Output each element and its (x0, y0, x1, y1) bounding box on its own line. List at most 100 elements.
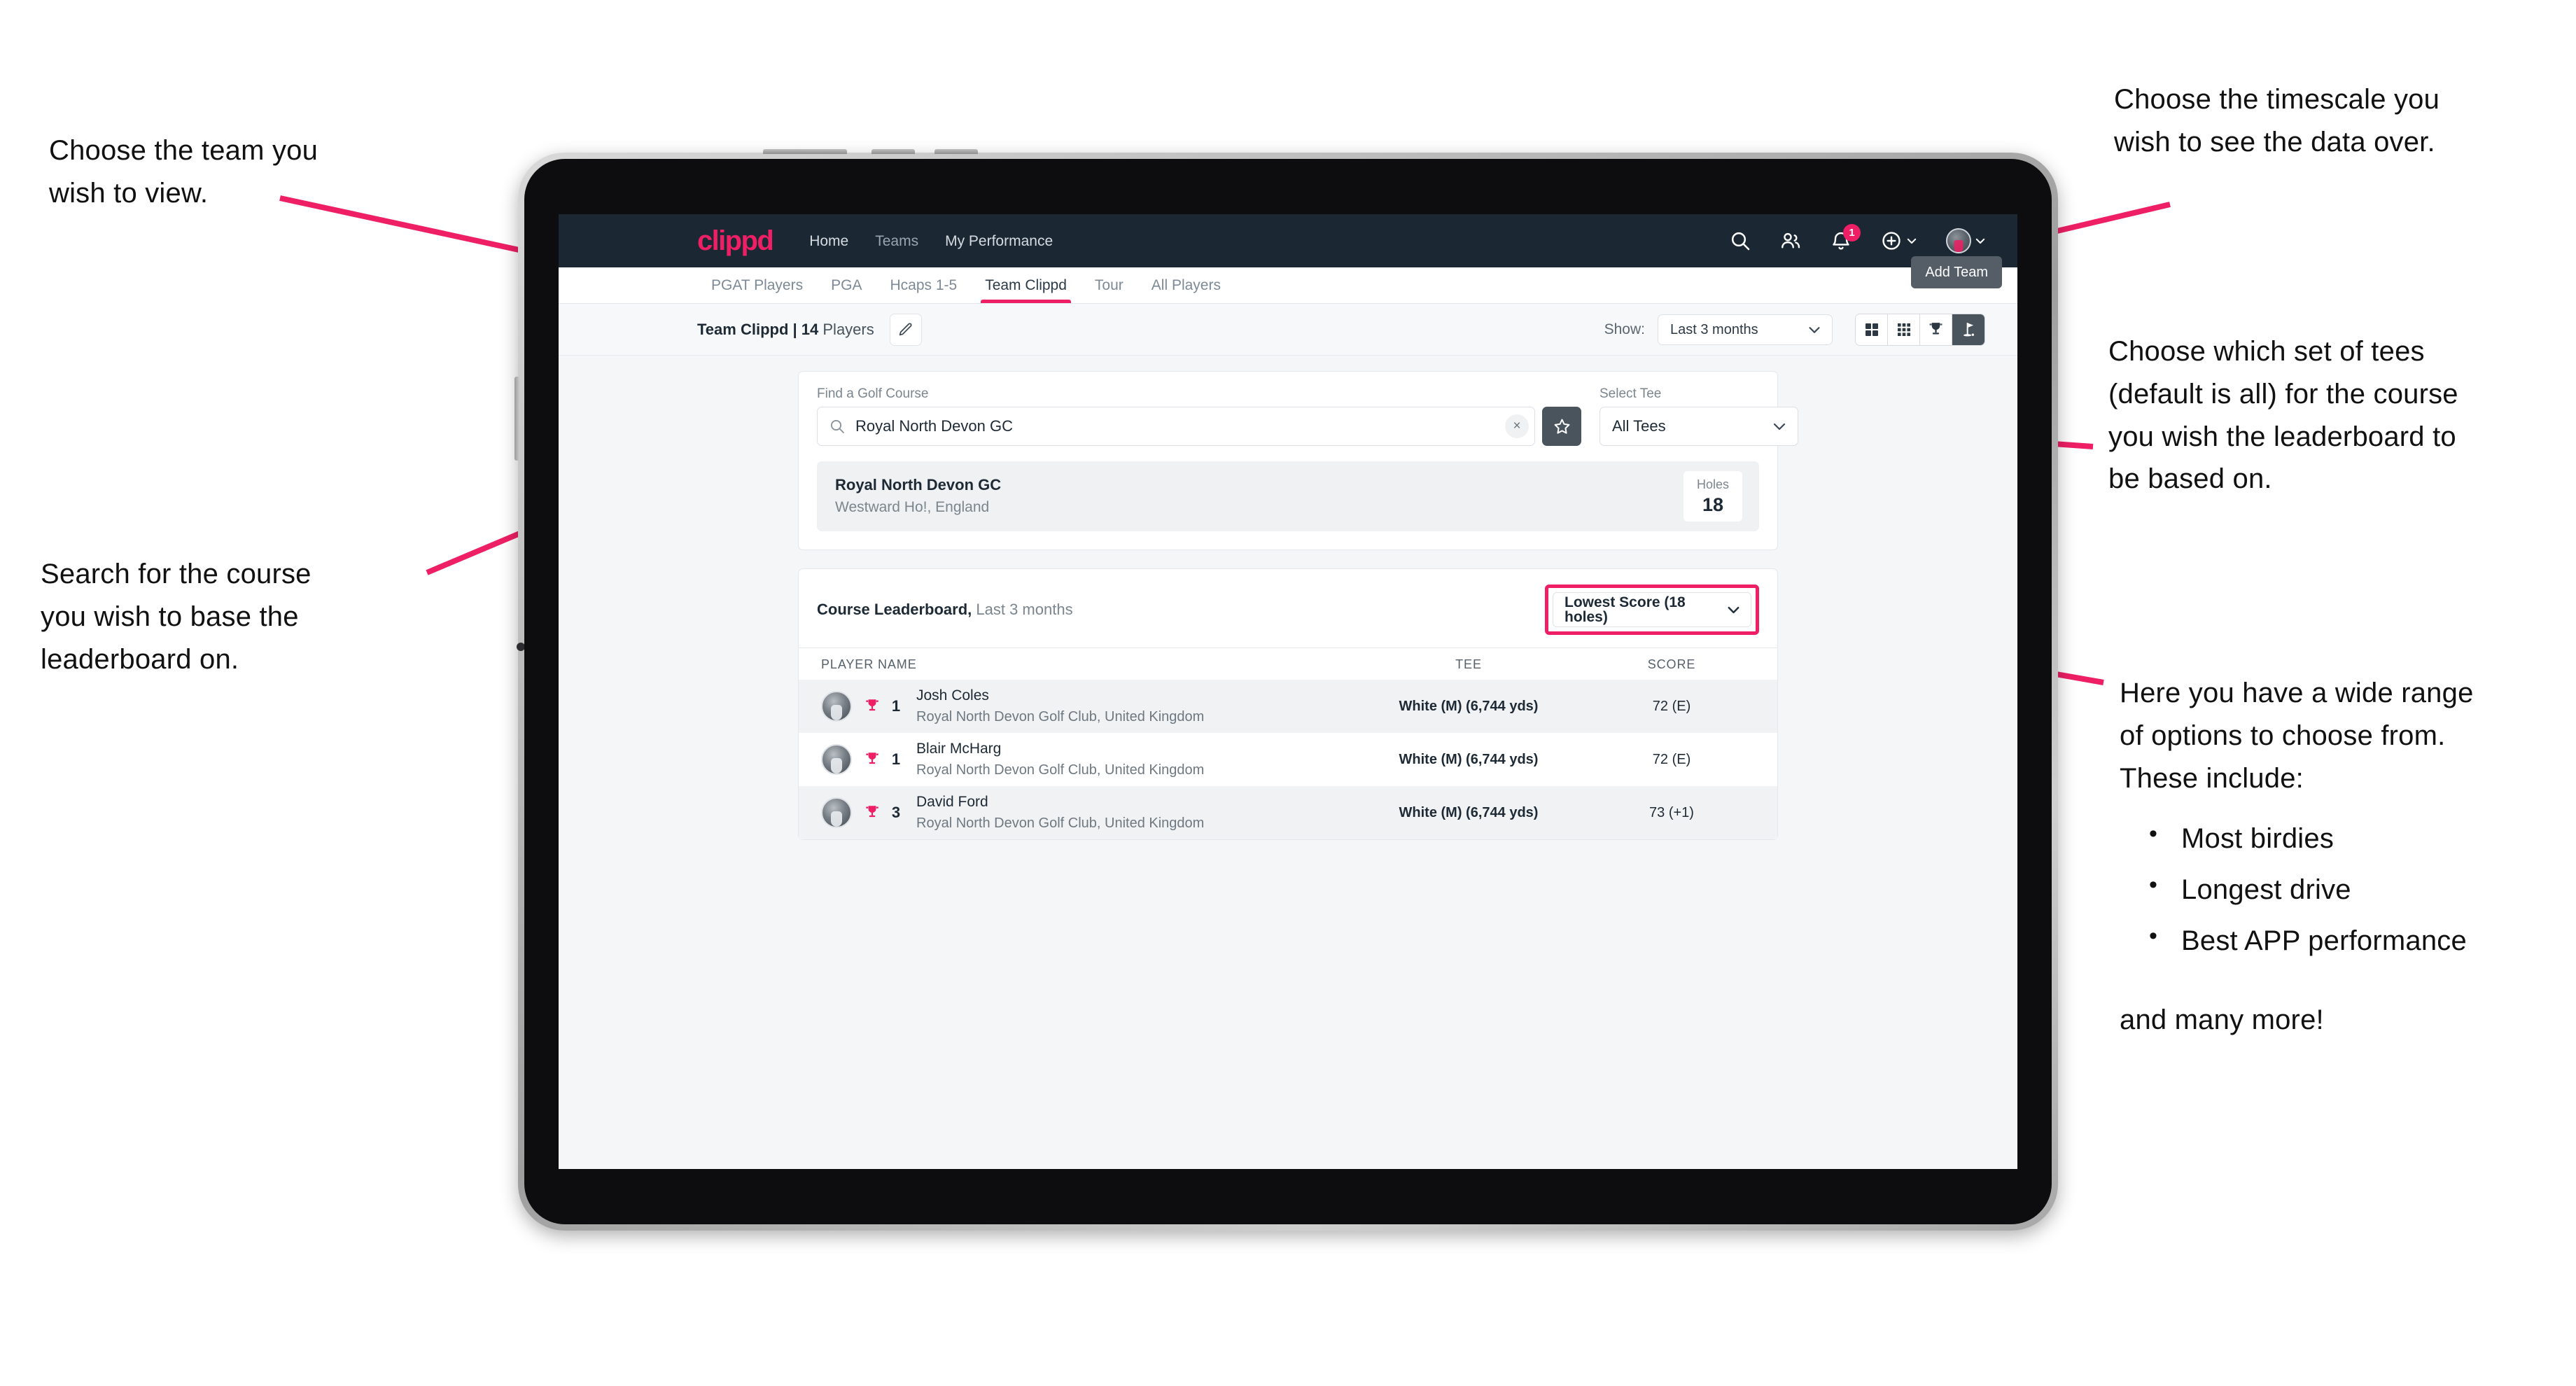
player-club: Royal North Devon Golf Club, United King… (916, 762, 1205, 778)
tee-field: Select Tee All Tees (1600, 387, 1798, 446)
star-icon (1554, 419, 1569, 434)
chevron-down-icon (1773, 423, 1786, 430)
annotation-select-tees: Choose which set of tees (default is all… (2108, 330, 2556, 500)
leaderboard-sort-select[interactable]: Lowest Score (18 holes) (1553, 592, 1751, 627)
player-name: Blair McHarg (916, 741, 1002, 757)
avatar[interactable] (1946, 228, 1971, 253)
search-field-row: Find a Golf Course Royal North Devon GC … (817, 386, 1798, 446)
player-score: 73 (+1) (1649, 804, 1694, 820)
player-rank: 1 (891, 750, 901, 768)
table-row[interactable]: 3 David Ford Royal North Devon Golf Club… (799, 786, 1777, 839)
tab-tour[interactable]: Tour (1081, 267, 1138, 303)
table-row[interactable]: 1 Blair McHarg Royal North Devon Golf Cl… (799, 733, 1777, 786)
course-search-input[interactable]: Royal North Devon GC × (817, 407, 1535, 446)
chevron-down-icon (1728, 606, 1740, 614)
course-search-value: Royal North Devon GC (855, 417, 1013, 435)
column-header-tee: TEE (1455, 657, 1482, 671)
grid-large-icon (1865, 323, 1878, 336)
list-item: Most birdies (2149, 816, 2568, 860)
tablet-button-volume-up (763, 149, 847, 154)
toolbar-right: Show: Last 3 months (1604, 313, 1985, 346)
team-toolbar: Team Clippd | 14 Players Show: Last 3 mo… (559, 304, 2017, 356)
add-team-tooltip: Add Team (1911, 256, 2002, 288)
header-actions: 1 (1729, 224, 1987, 253)
course-result-row[interactable]: Royal North Devon GC Westward Ho!, Engla… (817, 461, 1759, 531)
tab-all-players[interactable]: All Players (1138, 267, 1235, 303)
course-search-controls: Royal North Devon GC × (817, 407, 1581, 446)
search-icon[interactable] (1729, 230, 1751, 252)
leaderboard-title-main: Course Leaderboard, (817, 601, 972, 618)
favorite-button[interactable] (1542, 407, 1581, 446)
grid-large-view-button[interactable] (1856, 314, 1888, 345)
player-count: 14 (801, 320, 819, 338)
grid-small-view-button[interactable] (1888, 314, 1920, 345)
leaderboard-sort-highlight: Lowest Score (18 holes) (1545, 584, 1759, 635)
course-flag-icon (1963, 323, 1974, 337)
tab-hcaps-1-5[interactable]: Hcaps 1-5 (876, 267, 971, 303)
annotation-timescale: Choose the timescale you wish to see the… (2114, 78, 2548, 164)
player-cell: 3 David Ford Royal North Devon Golf Club… (817, 793, 1353, 832)
annotation-select-tees-text: Choose which set of tees (default is all… (2108, 336, 2458, 495)
plus-circle-icon[interactable] (1880, 230, 1903, 252)
list-item: Best APP performance (2149, 918, 2568, 962)
page-content: Find a Golf Course Royal North Devon GC … (559, 356, 2017, 840)
pencil-icon (899, 323, 912, 335)
player-cell: 1 Josh Coles Royal North Devon Golf Club… (817, 687, 1353, 725)
people-icon[interactable] (1779, 230, 1802, 252)
bell-icon[interactable]: 1 (1830, 224, 1861, 252)
nav-item-my-performance[interactable]: My Performance (945, 234, 1053, 248)
tablet-side-connector (514, 377, 519, 461)
player-tee: White (M) (6,744 yds) (1399, 698, 1539, 714)
grid-small-icon (1897, 323, 1910, 336)
player-cell: 1 Blair McHarg Royal North Devon Golf Cl… (817, 740, 1353, 778)
nav-item-home[interactable]: Home (809, 234, 848, 248)
team-summary: Team Clippd | 14 Players (697, 320, 874, 338)
annotation-options: Here you have a wide range of options to… (2120, 672, 2568, 1042)
tee-select[interactable]: All Tees (1600, 407, 1798, 446)
player-score: 72 (E) (1652, 698, 1691, 714)
chevron-down-icon[interactable] (1905, 234, 1918, 247)
leaderboard-title-sub: Last 3 months (972, 601, 1073, 618)
tee-field-label: Select Tee (1600, 386, 1662, 401)
annotation-options-intro: Here you have a wide range of options to… (2120, 678, 2474, 794)
search-icon (830, 419, 844, 433)
course-flag-view-button[interactable] (1952, 314, 1984, 345)
player-score: 72 (E) (1652, 751, 1691, 767)
leaderboard-header: Course Leaderboard, Last 3 months Lowest… (799, 569, 1777, 648)
player-rank: 3 (891, 804, 901, 821)
tab-pgat-players[interactable]: PGAT Players (697, 267, 817, 303)
nav-item-teams[interactable]: Teams (875, 234, 918, 248)
edit-team-button[interactable] (889, 313, 922, 346)
chevron-down-icon (1809, 326, 1820, 333)
tab-pga[interactable]: PGA (817, 267, 876, 303)
annotation-timescale-text: Choose the timescale you wish to see the… (2114, 84, 2440, 158)
add-menu[interactable] (1880, 230, 1918, 252)
team-tabs: PGAT Players PGA Hcaps 1-5 Team Clippd T… (559, 256, 2017, 304)
profile-menu[interactable] (1946, 228, 1987, 253)
player-tee: White (M) (6,744 yds) (1399, 751, 1539, 767)
trophy-view-button[interactable] (1920, 314, 1952, 345)
clippd-logo[interactable]: clippd (697, 227, 774, 255)
annotation-options-list: Most birdies Longest drive Best APP perf… (2120, 816, 2568, 962)
show-label: Show: (1604, 321, 1645, 337)
annotation-search-course-text: Search for the course you wish to base t… (41, 559, 312, 675)
holes-value: 18 (1702, 494, 1724, 515)
avatar (821, 744, 852, 775)
chevron-down-icon[interactable] (1974, 234, 1987, 247)
period-select[interactable]: Last 3 months (1658, 314, 1833, 345)
clear-search-button[interactable]: × (1505, 414, 1529, 438)
table-row[interactable]: 1 Josh Coles Royal North Devon Golf Club… (799, 680, 1777, 733)
trophy-icon (866, 806, 878, 818)
period-select-value: Last 3 months (1670, 321, 1758, 337)
tab-team-clippd[interactable]: Team Clippd (971, 267, 1081, 303)
avatar (821, 691, 852, 722)
annotation-choose-team-text: Choose the team you wish to view. (49, 135, 318, 209)
column-header-score: SCORE (1647, 657, 1696, 671)
trophy-icon (866, 699, 878, 711)
view-toggle-group (1855, 313, 1985, 346)
app-screen: clippd Home Teams My Performance 1 PGAT … (559, 214, 2017, 1169)
player-name: David Ford (916, 794, 988, 811)
course-field-label: Find a Golf Course (817, 386, 929, 401)
notification-badge: 1 (1843, 224, 1861, 241)
